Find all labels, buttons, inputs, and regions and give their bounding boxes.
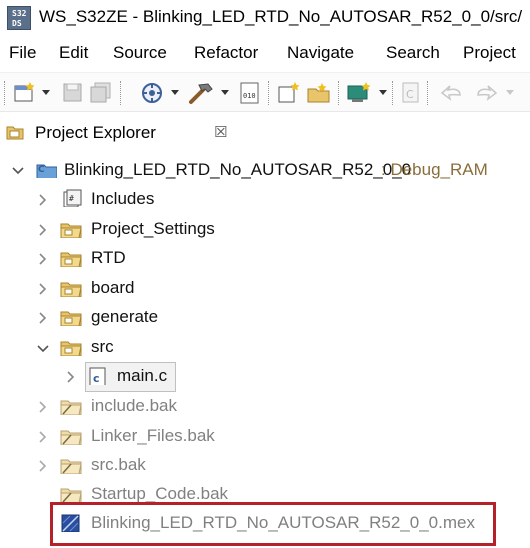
svg-text:C: C	[38, 165, 45, 175]
svg-text:#: #	[69, 194, 74, 203]
build-hammer-icon[interactable]	[186, 81, 216, 105]
menu-bar: File Edit Source Refactor Navigate Searc…	[0, 40, 530, 70]
tree-item-label: src.bak	[91, 455, 146, 474]
save-icon[interactable]	[62, 81, 84, 105]
tree-item-label: Startup_Code.bak	[91, 484, 229, 503]
svg-text:C: C	[406, 88, 414, 101]
toolbar-separator	[120, 81, 121, 105]
build-settings-icon[interactable]	[140, 81, 166, 105]
tree-row-include-bak[interactable]: include.bak	[0, 392, 530, 422]
chevron-right-icon[interactable]	[38, 431, 50, 445]
new-icon[interactable]	[12, 81, 38, 105]
project-name: Blinking_LED_RTD_No_AUTOSAR_R52_0_0	[64, 160, 412, 179]
build-dropdown-icon[interactable]	[221, 90, 229, 95]
svg-text:010: 010	[243, 92, 256, 100]
forward-arrow-icon[interactable]	[472, 81, 498, 105]
svg-text:c: c	[93, 372, 100, 385]
project-tree: C Blinking_LED_RTD_No_AUTOSAR_R52_0_0 : …	[0, 152, 530, 548]
toolbar-separator-4	[392, 81, 393, 105]
excluded-folder-icon	[60, 430, 82, 445]
back-arrow-icon[interactable]	[440, 81, 466, 105]
chevron-right-icon[interactable]	[38, 283, 50, 297]
project-explorer-tab[interactable]: Project Explorer ☒	[0, 116, 530, 150]
project-config-label: : Debug_RAM	[381, 160, 488, 179]
c-file-icon: c	[89, 367, 106, 385]
tree-item-label: Includes	[91, 189, 155, 208]
tree-row-src-bak[interactable]: src.bak	[0, 451, 530, 481]
chevron-down-icon[interactable]	[37, 344, 49, 358]
build-settings-dropdown-icon[interactable]	[171, 90, 179, 95]
c-project-icon: C	[36, 164, 57, 178]
excluded-folder-icon	[60, 488, 82, 503]
toolbar-separator-5	[427, 81, 428, 105]
chevron-right-icon[interactable]	[38, 401, 50, 415]
tree-row-rtd[interactable]: RTD	[0, 244, 530, 274]
view-title: Project Explorer	[35, 123, 156, 142]
tree-row-main-c[interactable]: c main.c	[0, 362, 530, 392]
tree-row-generate[interactable]: generate	[0, 303, 530, 333]
app-icon-text-bottom: DS	[12, 19, 22, 28]
menu-edit[interactable]: Edit	[59, 43, 88, 63]
chevron-right-icon[interactable]	[38, 253, 50, 267]
menu-refactor[interactable]: Refactor	[194, 43, 258, 63]
toolbar-separator-2	[268, 81, 269, 105]
tree-row-project-settings[interactable]: Project_Settings	[0, 215, 530, 245]
menu-source[interactable]: Source	[113, 43, 167, 63]
toolbar-grip	[4, 81, 5, 105]
highlight-annotation	[50, 502, 496, 546]
project-explorer-icon	[6, 126, 24, 140]
chevron-down-icon[interactable]	[12, 166, 24, 180]
title-bar: S32 DS WS_S32ZE - Blinking_LED_RTD_No_AU…	[0, 0, 530, 36]
includes-icon: #	[63, 189, 82, 207]
menu-file[interactable]: File	[9, 43, 36, 63]
new-project-icon[interactable]	[276, 81, 302, 105]
tree-item-label: generate	[91, 307, 159, 326]
s32ds-app-icon: S32 DS	[7, 6, 31, 30]
config-tools-dropdown-icon[interactable]	[379, 90, 387, 95]
close-view-icon[interactable]: ☒	[214, 123, 227, 141]
tree-item-label: RTD	[91, 248, 126, 267]
tree-item-label: main.c	[117, 366, 168, 385]
chevron-right-icon[interactable]	[38, 224, 50, 238]
tree-item-label: src	[91, 337, 114, 356]
tree-row-src[interactable]: src	[0, 333, 530, 363]
tree-item-label: board	[91, 278, 135, 297]
chevron-right-icon[interactable]	[38, 194, 50, 208]
excluded-folder-icon	[60, 459, 82, 474]
open-folder-icon[interactable]	[306, 81, 332, 105]
chevron-right-icon[interactable]	[38, 312, 50, 326]
save-all-icon[interactable]	[89, 81, 113, 105]
source-folder-icon	[60, 282, 82, 297]
toolbar-separator-3	[338, 81, 339, 105]
nav-dropdown-icon[interactable]	[506, 90, 514, 95]
config-tools-icon[interactable]	[346, 81, 374, 105]
tree-row-board[interactable]: board	[0, 274, 530, 304]
tree-row-project[interactable]: C Blinking_LED_RTD_No_AUTOSAR_R52_0_0 : …	[0, 156, 530, 186]
copy-file-icon[interactable]: C	[400, 81, 422, 105]
source-folder-icon	[60, 252, 82, 267]
source-folder-icon	[60, 311, 82, 326]
menu-navigate[interactable]: Navigate	[287, 43, 354, 63]
app-icon-text-top: S32	[12, 9, 27, 18]
binary-file-icon[interactable]: 010	[238, 81, 262, 105]
new-dropdown-icon[interactable]	[42, 90, 50, 95]
main-toolbar: 010 C	[0, 72, 530, 112]
chevron-right-icon[interactable]	[66, 371, 78, 385]
chevron-right-icon[interactable]	[38, 460, 50, 474]
source-folder-icon	[60, 341, 82, 356]
tree-item-label: include.bak	[91, 396, 178, 415]
tree-item-label: Linker_Files.bak	[91, 426, 215, 445]
tree-item-label: Project_Settings	[91, 219, 215, 238]
menu-search[interactable]: Search	[386, 43, 440, 63]
menu-project[interactable]: Project	[463, 43, 516, 63]
tree-row-linker-files-bak[interactable]: Linker_Files.bak	[0, 422, 530, 452]
excluded-folder-icon	[60, 400, 82, 415]
source-folder-icon	[60, 223, 82, 238]
tree-row-includes[interactable]: # Includes	[0, 185, 530, 215]
window-title: WS_S32ZE - Blinking_LED_RTD_No_AUTOSAR_R…	[39, 7, 523, 26]
